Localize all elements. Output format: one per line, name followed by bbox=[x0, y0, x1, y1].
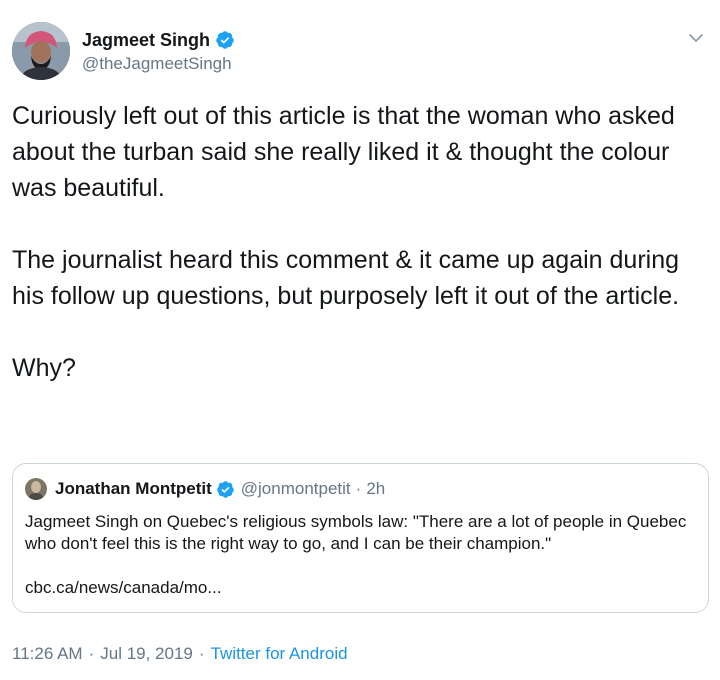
tweet-paragraph: The journalist heard this comment & it c… bbox=[12, 246, 680, 310]
quoted-tweet[interactable]: Jonathan Montpetit @jonmontpetit · 2h Ja… bbox=[12, 463, 709, 613]
tweet-card: Jagmeet Singh @theJagmeetSingh Curiously… bbox=[0, 0, 720, 680]
tweet-header: Jagmeet Singh @theJagmeetSingh bbox=[12, 22, 235, 80]
quoted-tweet-link[interactable]: cbc.ca/news/canada/mo... bbox=[25, 577, 696, 599]
separator-dot: · bbox=[198, 644, 205, 663]
separator-dot: · bbox=[88, 644, 95, 663]
chevron-down-icon[interactable] bbox=[688, 30, 704, 46]
quoted-author-handle: @jonmontpetit bbox=[240, 479, 351, 498]
tweet-time[interactable]: 11:26 AM bbox=[12, 644, 83, 664]
author-names: Jagmeet Singh @theJagmeetSingh bbox=[82, 28, 235, 74]
separator-dot: · bbox=[355, 479, 362, 498]
tweet-source-link[interactable]: Twitter for Android bbox=[211, 644, 348, 664]
author-avatar[interactable] bbox=[12, 22, 70, 80]
author-display-name[interactable]: Jagmeet Singh bbox=[82, 30, 210, 51]
tweet-paragraph: Curiously left out of this article is th… bbox=[12, 102, 675, 202]
tweet-paragraph: Why? bbox=[12, 354, 76, 382]
quoted-tweet-text: Jagmeet Singh on Quebec's religious symb… bbox=[25, 512, 687, 553]
quoted-author-name: Jonathan Montpetit bbox=[55, 479, 212, 498]
verified-badge-icon bbox=[216, 480, 234, 498]
tweet-text: Curiously left out of this article is th… bbox=[12, 98, 702, 386]
quoted-author-avatar bbox=[25, 478, 47, 500]
quoted-tweet-header: Jonathan Montpetit @jonmontpetit · 2h bbox=[25, 477, 696, 501]
verified-badge-icon bbox=[216, 31, 234, 49]
tweet-footer: 11:26 AM · Jul 19, 2019 · Twitter for An… bbox=[12, 644, 348, 664]
tweet-date[interactable]: Jul 19, 2019 bbox=[100, 644, 193, 664]
quoted-timestamp: 2h bbox=[366, 479, 386, 498]
author-handle[interactable]: @theJagmeetSingh bbox=[82, 54, 235, 74]
